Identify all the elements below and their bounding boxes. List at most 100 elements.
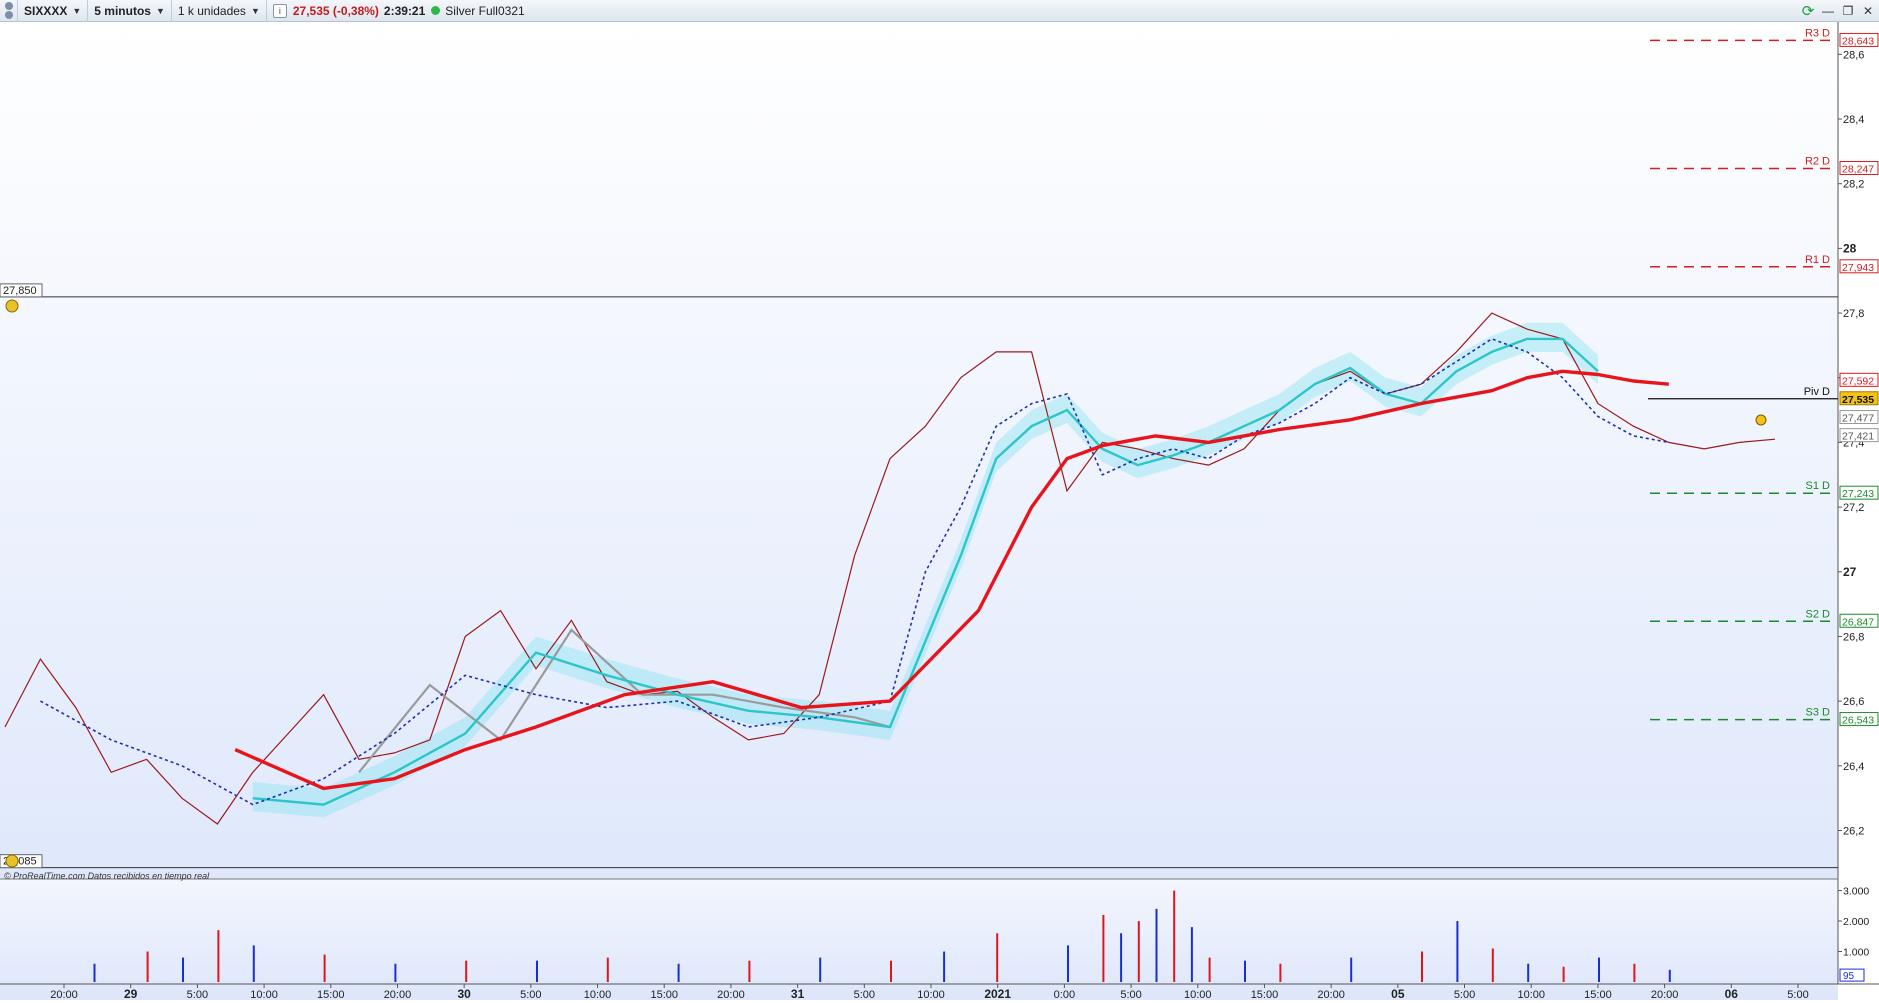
- volume-bar: [1491, 948, 1494, 982]
- volume-bar: [1598, 957, 1600, 982]
- window-controls: ⟳ — ❐ ✕: [1801, 0, 1875, 22]
- x-tick-label: 5:00: [187, 989, 208, 1000]
- quote-time: 2:39:21: [383, 3, 426, 18]
- volume-bar: [1155, 908, 1158, 982]
- x-tick-label: 20:00: [1651, 989, 1679, 1000]
- volume-bar: [1633, 963, 1636, 982]
- volume-bar: [93, 963, 96, 982]
- volume-bar: [996, 933, 999, 982]
- x-tick-label: 15:00: [650, 989, 678, 1000]
- info-icon[interactable]: i: [272, 3, 287, 18]
- y-tick-label: 26,2: [1843, 825, 1864, 837]
- x-tick-label: 10:00: [1184, 989, 1212, 1000]
- volume-bar: [146, 951, 149, 982]
- x-tick-label: 0:00: [1054, 989, 1075, 1000]
- volume-bar: [217, 930, 220, 982]
- data-source-note: © ProRealTime.com Datos recibidos en tie…: [4, 871, 210, 881]
- zone-top-label: 27,850: [3, 285, 37, 297]
- y-tick-label: 28: [1843, 241, 1857, 255]
- y-tick-label: 28,2: [1843, 179, 1864, 191]
- price-label: 27,592: [1842, 375, 1874, 387]
- chart-area[interactable]: 27,850 26,085 R3 D 28,643 R2 D 28,247 R1 D 27,…: [0, 22, 1879, 1001]
- y-tick-label: 27: [1843, 565, 1857, 579]
- volume-bar: [1120, 933, 1123, 982]
- pivot-name-label: S3 D: [1806, 707, 1831, 719]
- volume-bar: [1244, 960, 1246, 982]
- pivot-name-label: S1 D: [1806, 480, 1831, 492]
- x-tick-label: 29: [124, 987, 138, 1000]
- volume-bar: [1279, 963, 1282, 982]
- volume-tick-label: 2.000: [1843, 916, 1869, 928]
- chart-toolbar: SIXXXX ▼ 5 minutos ▼ 1 k unidades ▼ i 27…: [0, 0, 1879, 22]
- y-tick-label: 27,2: [1843, 502, 1864, 514]
- pivot-value-label: 26,847: [1842, 616, 1874, 628]
- volume-pane-background: [0, 879, 1838, 1000]
- y-tick-label: 27,8: [1843, 308, 1864, 320]
- pivot-value-label: 27,943: [1842, 262, 1874, 274]
- x-tick-label: 06: [1725, 987, 1739, 1000]
- volume-bar: [1421, 951, 1423, 982]
- restore-button[interactable]: ❐: [1841, 4, 1855, 18]
- x-tick-label: 15:00: [1584, 989, 1612, 1000]
- volume-bar: [1102, 914, 1105, 982]
- volume-bar: [1527, 963, 1530, 982]
- volume-bar: [465, 960, 468, 982]
- pivot-name-label: R3 D: [1805, 27, 1830, 39]
- timeframe-selector[interactable]: 5 minutos ▼: [88, 0, 172, 22]
- trading-window: SIXXXX ▼ 5 minutos ▼ 1 k unidades ▼ i 27…: [0, 0, 1879, 1001]
- refresh-icon[interactable]: ⟳: [1801, 2, 1815, 20]
- volume-last-label: 95: [1843, 971, 1855, 982]
- x-tick-label: 31: [791, 987, 805, 1000]
- current-bar-marker-icon: [1755, 414, 1767, 426]
- x-tick-label: 20:00: [384, 989, 412, 1000]
- x-tick-label: 15:00: [1251, 989, 1279, 1000]
- price-label: 27,477: [1842, 413, 1874, 425]
- live-status-icon: [431, 6, 441, 15]
- volume-bar: [1456, 921, 1459, 982]
- x-tick-label: 5:00: [1787, 989, 1808, 1000]
- volume-bar: [677, 963, 680, 982]
- drag-handle-icon[interactable]: [0, 0, 18, 22]
- pivot-name-label: R2 D: [1805, 155, 1830, 167]
- x-tick-label: 10:00: [1517, 989, 1545, 1000]
- x-tick-label: 30: [457, 987, 471, 1000]
- last-price-change: 27,535 (-0,38%): [292, 3, 379, 18]
- volume-bar: [1350, 957, 1353, 982]
- x-tick-label: 05: [1391, 987, 1405, 1000]
- close-button[interactable]: ✕: [1861, 4, 1875, 18]
- minimize-button[interactable]: —: [1821, 4, 1835, 18]
- volume-tick-label: 3.000: [1843, 886, 1869, 898]
- pivot-name-label: R1 D: [1805, 254, 1830, 266]
- chevron-down-icon: ▼: [155, 5, 165, 16]
- price-pane-background: [0, 22, 1838, 879]
- y-tick-label: 26,8: [1843, 631, 1864, 643]
- x-tick-label: 10:00: [250, 989, 278, 1000]
- volume-bar: [943, 951, 946, 982]
- pivot-name-label: S2 D: [1806, 608, 1831, 620]
- pivot-name-label: Piv D: [1804, 386, 1830, 398]
- alert-bell-icon[interactable]: [5, 854, 19, 868]
- x-tick-label: 10:00: [917, 989, 945, 1000]
- volume-bar: [1190, 927, 1193, 982]
- timeframe-label: 5 minutos: [94, 3, 151, 18]
- y-tick-label: 26,6: [1843, 696, 1864, 708]
- x-tick-label: 20:00: [1317, 989, 1345, 1000]
- x-tick-label: 5:00: [1454, 989, 1475, 1000]
- x-tick-label: 20:00: [717, 989, 745, 1000]
- alert-bell-icon[interactable]: [5, 299, 19, 313]
- volume-bar: [182, 957, 184, 982]
- volume-bar: [1668, 969, 1671, 982]
- price-label: 27,421: [1842, 431, 1874, 443]
- units-selector[interactable]: 1 k unidades ▼: [172, 0, 267, 22]
- symbol-selector[interactable]: SIXXXX ▼: [18, 0, 89, 22]
- price-chart[interactable]: 27,85026,085 R3 D28,643R2 D28,247R1 D27,…: [0, 22, 1879, 1001]
- x-tick-label: 15:00: [317, 989, 345, 1000]
- quote-info: i 27,535 (-0,38%) 2:39:21 Silver Full032…: [267, 0, 531, 22]
- volume-bar: [323, 954, 326, 982]
- symbol-label: SIXXXX: [24, 3, 68, 18]
- volume-bar: [394, 963, 397, 982]
- x-tick-label: 5:00: [1120, 989, 1141, 1000]
- chevron-down-icon: ▼: [250, 5, 260, 16]
- x-tick-label: 20:00: [50, 989, 78, 1000]
- units-label: 1 k unidades: [177, 3, 246, 18]
